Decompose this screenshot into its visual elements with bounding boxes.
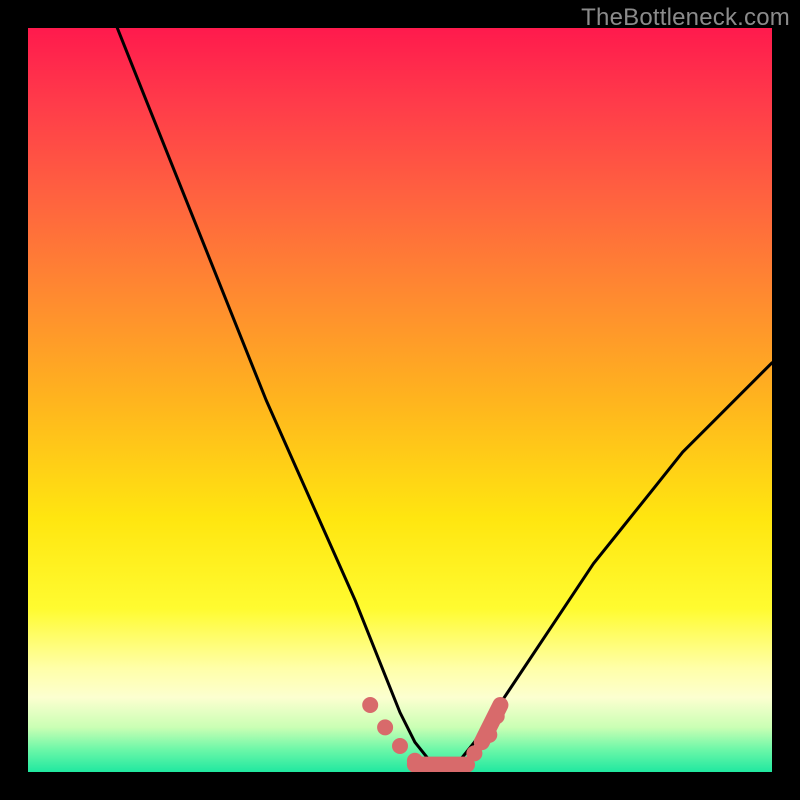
bottleneck-curve — [117, 28, 772, 765]
marker-dot — [362, 697, 378, 713]
curve-svg — [28, 28, 772, 772]
chart-stage: TheBottleneck.com — [0, 0, 800, 800]
marker-capsule-right — [482, 705, 501, 742]
bottom-markers — [362, 697, 505, 769]
plot-area — [28, 28, 772, 772]
bottleneck-curve-path — [117, 28, 772, 765]
marker-dot — [377, 719, 393, 735]
marker-dot — [392, 738, 408, 754]
